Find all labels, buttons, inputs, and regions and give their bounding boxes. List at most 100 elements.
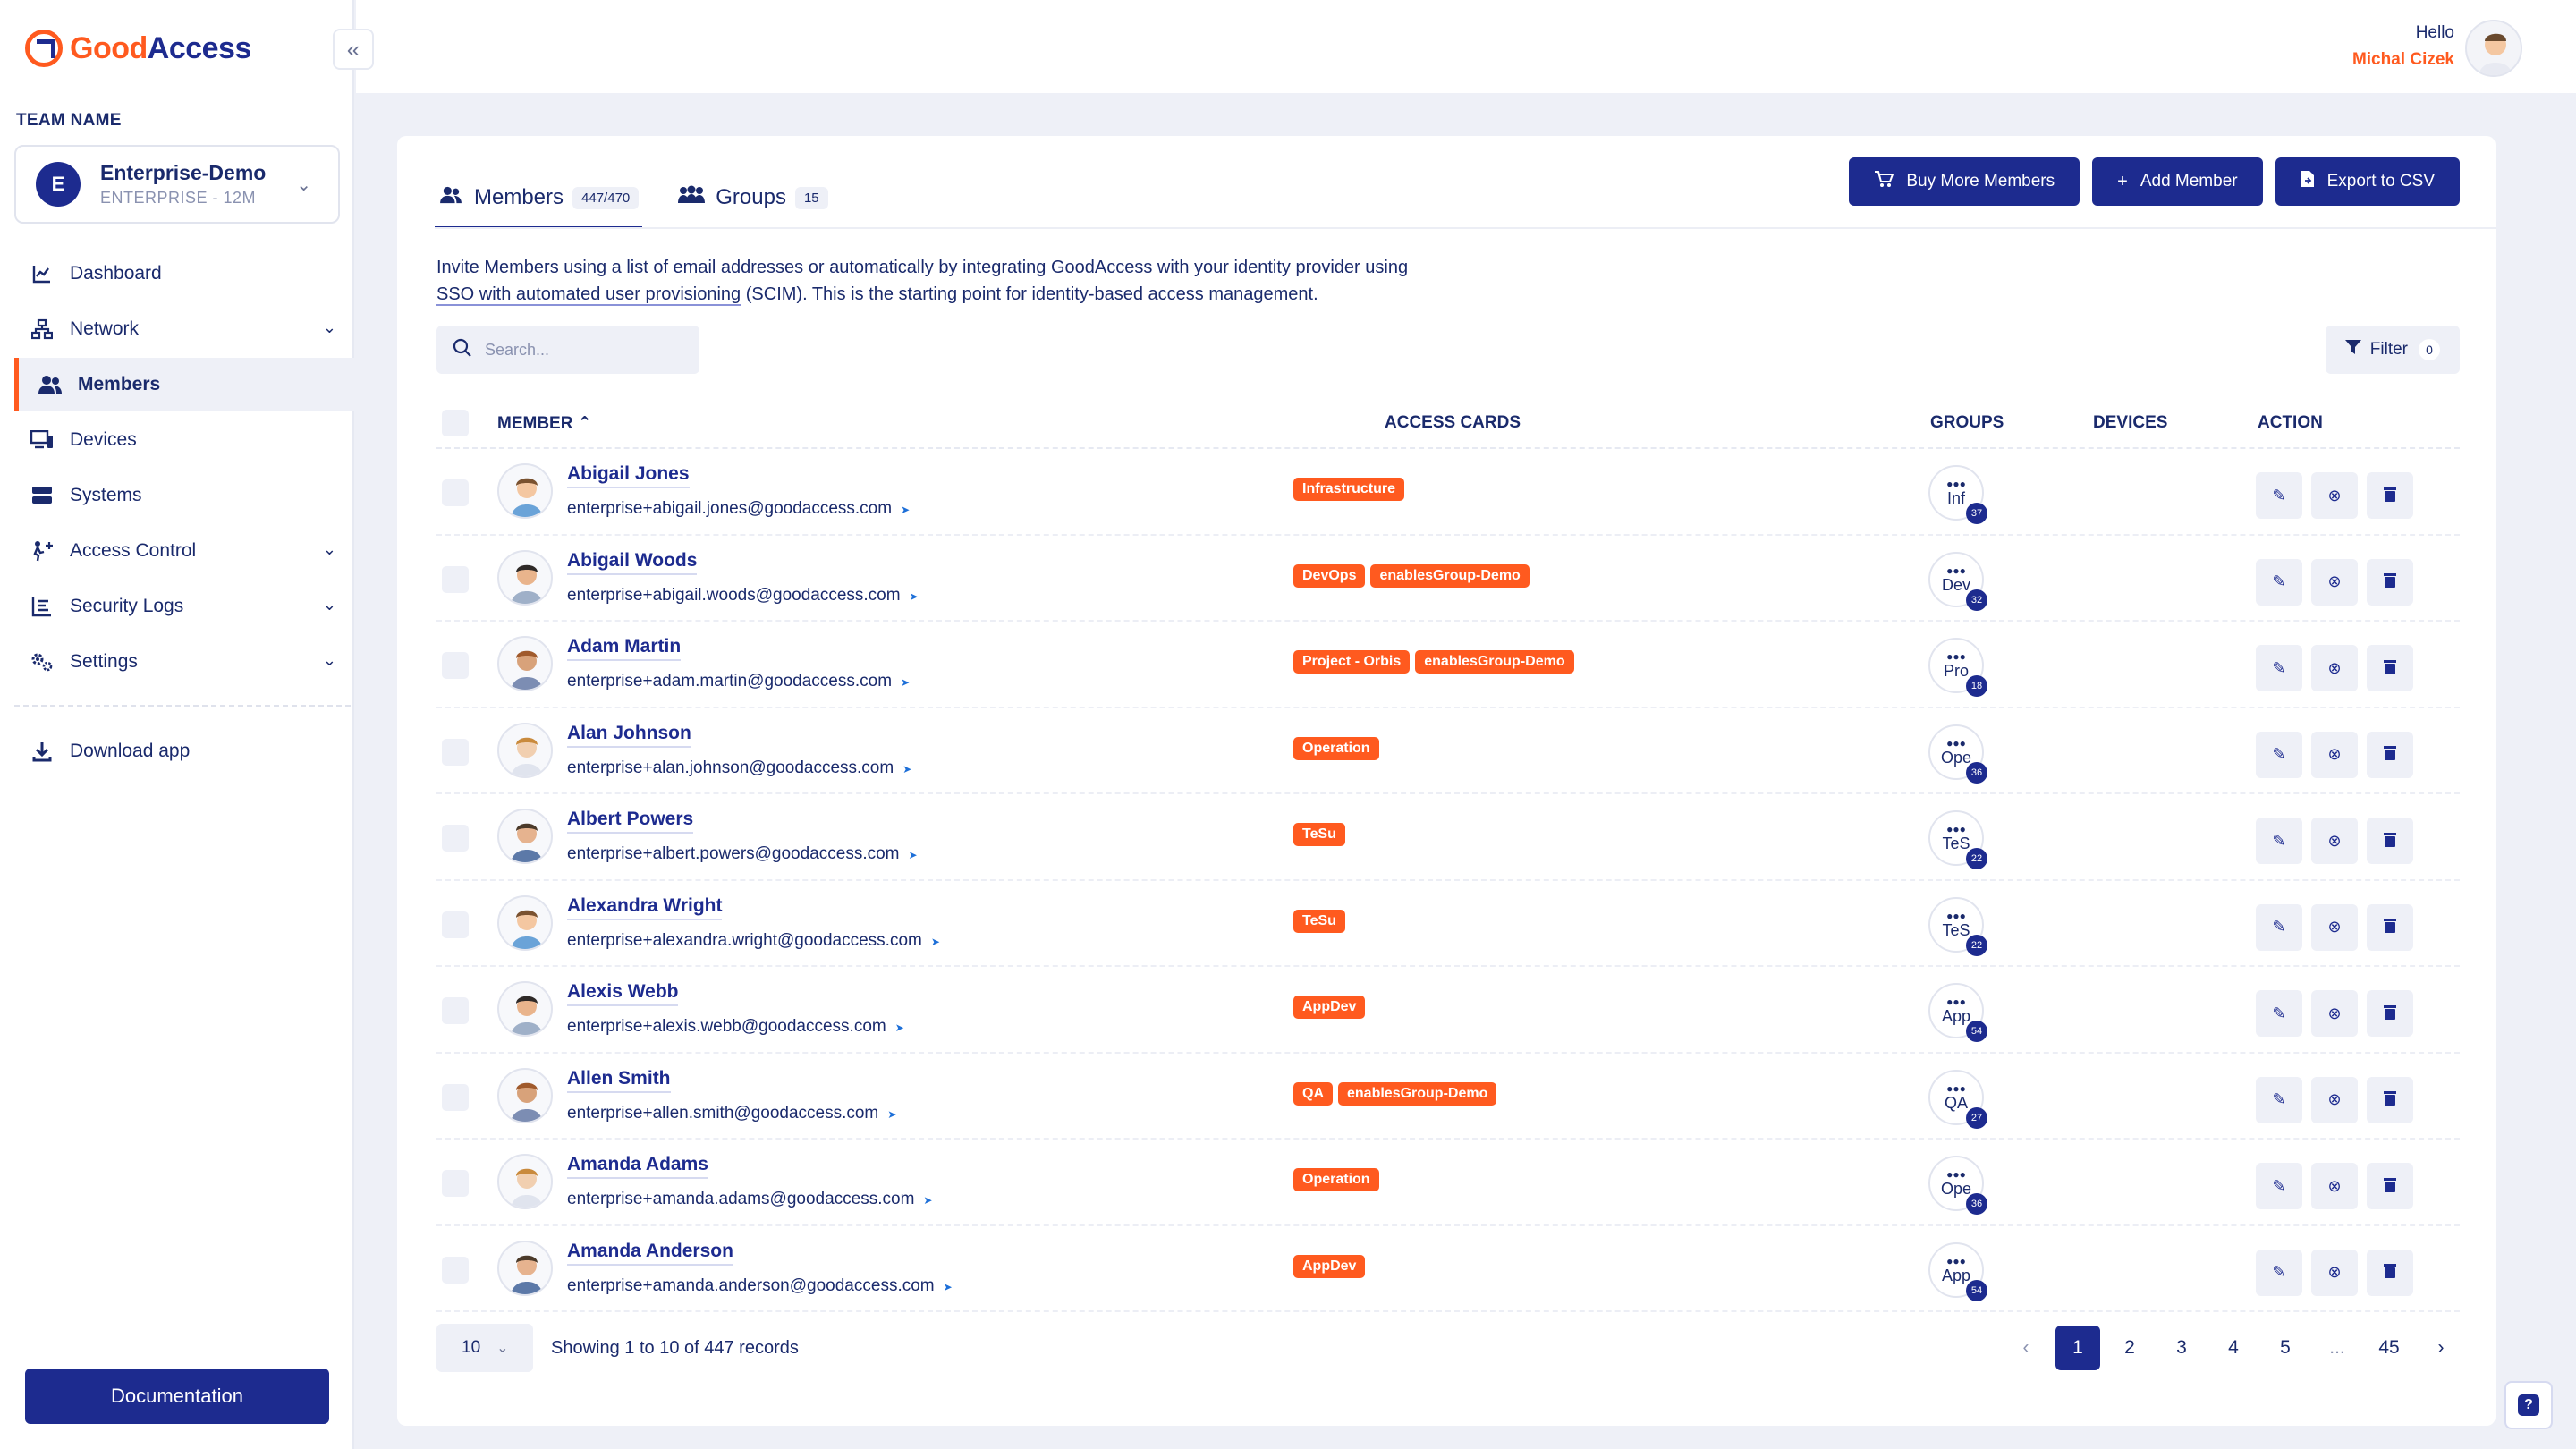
member-name[interactable]: Amanda Anderson bbox=[567, 1241, 733, 1266]
edit-button[interactable]: ✎ bbox=[2256, 818, 2302, 864]
suspend-button[interactable]: ⊗ bbox=[2311, 558, 2358, 606]
page-button[interactable]: 4 bbox=[2211, 1326, 2256, 1370]
access-card-chip[interactable]: Infrastructure bbox=[1293, 478, 1405, 501]
member-name[interactable]: Allen Smith bbox=[567, 1068, 671, 1093]
member-name[interactable]: Abigail Jones bbox=[567, 463, 690, 488]
export-csv-button[interactable]: Export to CSV bbox=[2275, 157, 2460, 206]
row-checkbox[interactable] bbox=[442, 911, 469, 938]
delete-button[interactable] bbox=[2367, 1076, 2413, 1123]
tab-members[interactable]: Members 447/470 bbox=[435, 166, 643, 229]
row-checkbox[interactable] bbox=[442, 565, 469, 593]
edit-button[interactable]: ✎ bbox=[2256, 558, 2302, 606]
access-card-chip[interactable]: TeSu bbox=[1293, 823, 1345, 846]
member-name[interactable]: Abigail Woods bbox=[567, 550, 698, 575]
delete-button[interactable] bbox=[2367, 731, 2413, 778]
delete-button[interactable] bbox=[2367, 818, 2413, 864]
delete-button[interactable] bbox=[2367, 990, 2413, 1037]
access-card-chip[interactable]: TeSu bbox=[1293, 909, 1345, 933]
page-button[interactable]: 45 bbox=[2367, 1326, 2411, 1370]
access-card-chip[interactable]: AppDev bbox=[1293, 1254, 1366, 1278]
edit-button[interactable]: ✎ bbox=[2256, 1076, 2302, 1123]
page-button[interactable]: 5 bbox=[2263, 1326, 2308, 1370]
row-checkbox[interactable] bbox=[442, 1170, 469, 1197]
row-checkbox[interactable] bbox=[442, 479, 469, 506]
prev-page-button[interactable]: ‹ bbox=[2004, 1326, 2048, 1370]
help-button[interactable]: ? bbox=[2504, 1381, 2553, 1429]
edit-button[interactable]: ✎ bbox=[2256, 731, 2302, 778]
suspend-button[interactable]: ⊗ bbox=[2311, 903, 2358, 951]
row-checkbox[interactable] bbox=[442, 997, 469, 1024]
page-button[interactable]: 2 bbox=[2107, 1326, 2152, 1370]
row-checkbox[interactable] bbox=[442, 1083, 469, 1111]
delete-button[interactable] bbox=[2367, 903, 2413, 951]
edit-button[interactable]: ✎ bbox=[2256, 1249, 2302, 1296]
edit-button[interactable]: ✎ bbox=[2256, 990, 2302, 1037]
suspend-button[interactable]: ⊗ bbox=[2311, 1163, 2358, 1209]
edit-button[interactable]: ✎ bbox=[2256, 1163, 2302, 1209]
sso-scim-link[interactable]: SSO with automated user provisioning bbox=[436, 284, 741, 306]
access-card-chip[interactable]: enablesGroup-Demo bbox=[1415, 650, 1574, 674]
access-card-chip[interactable]: enablesGroup-Demo bbox=[1338, 1081, 1497, 1106]
suspend-button[interactable]: ⊗ bbox=[2311, 818, 2358, 864]
member-name[interactable]: Albert Powers bbox=[567, 809, 694, 834]
team-selector[interactable]: E Enterprise-Demo ENTERPRISE - 12M ⌄ bbox=[14, 145, 340, 224]
user-avatar[interactable] bbox=[2465, 20, 2522, 77]
access-card-chip[interactable]: AppDev bbox=[1293, 996, 1366, 1019]
member-name[interactable]: Alexandra Wright bbox=[567, 895, 723, 920]
member-name[interactable]: Amanda Adams bbox=[567, 1154, 708, 1179]
access-card-chip[interactable]: enablesGroup-Demo bbox=[1370, 564, 1530, 588]
sidebar-item-dashboard[interactable]: Dashboard bbox=[14, 247, 354, 301]
access-card-chip[interactable]: QA bbox=[1293, 1081, 1333, 1106]
access-card-chip[interactable]: Project - Orbis bbox=[1293, 650, 1411, 674]
sidebar-item-settings[interactable]: Settings ⌄ bbox=[14, 635, 354, 689]
suspend-button[interactable]: ⊗ bbox=[2311, 1076, 2358, 1123]
row-checkbox[interactable] bbox=[442, 652, 469, 679]
user-name[interactable]: Michal Cizek bbox=[2352, 50, 2454, 70]
edit-button[interactable]: ✎ bbox=[2256, 472, 2302, 519]
suspend-button[interactable]: ⊗ bbox=[2311, 1249, 2358, 1296]
page-button[interactable]: 1 bbox=[2055, 1326, 2100, 1370]
member-name[interactable]: Alan Johnson bbox=[567, 723, 691, 748]
delete-button[interactable] bbox=[2367, 1249, 2413, 1296]
member-email: enterprise+alexis.webb@goodaccess.com ➤ bbox=[567, 1017, 904, 1036]
add-member-button[interactable]: + Add Member bbox=[2092, 157, 2263, 206]
sidebar-item-security-logs[interactable]: Security Logs ⌄ bbox=[14, 580, 354, 633]
per-page-select[interactable]: 10 ⌄ bbox=[436, 1324, 533, 1372]
column-header-member[interactable]: MEMBER ⌃ bbox=[497, 413, 592, 434]
suspend-button[interactable]: ⊗ bbox=[2311, 731, 2358, 778]
access-card-chip[interactable]: Operation bbox=[1293, 1168, 1379, 1191]
delete-button[interactable] bbox=[2367, 1163, 2413, 1209]
select-all-checkbox[interactable] bbox=[442, 410, 469, 436]
suspend-button[interactable]: ⊗ bbox=[2311, 645, 2358, 691]
sidebar-item-systems[interactable]: Systems bbox=[14, 469, 354, 522]
access-card-chip[interactable]: Operation bbox=[1293, 736, 1379, 760]
sidebar-item-access-control[interactable]: Access Control ⌄ bbox=[14, 524, 354, 578]
member-name[interactable]: Alexis Webb bbox=[567, 981, 679, 1006]
filter-button[interactable]: Filter 0 bbox=[2325, 326, 2460, 374]
suspend-button[interactable]: ⊗ bbox=[2311, 472, 2358, 519]
edit-button[interactable]: ✎ bbox=[2256, 645, 2302, 691]
row-checkbox[interactable] bbox=[442, 738, 469, 766]
page-button[interactable]: 3 bbox=[2159, 1326, 2204, 1370]
search-box[interactable] bbox=[436, 326, 699, 374]
delete-button[interactable] bbox=[2367, 472, 2413, 519]
row-checkbox[interactable] bbox=[442, 1256, 469, 1284]
suspend-button[interactable]: ⊗ bbox=[2311, 990, 2358, 1037]
tab-groups[interactable]: Groups 15 bbox=[674, 166, 831, 229]
access-card-chip[interactable]: DevOps bbox=[1293, 564, 1366, 588]
search-input[interactable] bbox=[485, 340, 682, 360]
member-name[interactable]: Adam Martin bbox=[567, 636, 682, 661]
sidebar-item-members[interactable]: Members bbox=[14, 358, 354, 411]
sidebar-item-network[interactable]: Network ⌄ bbox=[14, 302, 354, 356]
edit-button[interactable]: ✎ bbox=[2256, 903, 2302, 951]
sidebar-item-download-app[interactable]: Download app bbox=[14, 724, 354, 778]
buy-more-members-button[interactable]: Buy More Members bbox=[1849, 157, 2080, 206]
row-checkbox[interactable] bbox=[442, 825, 469, 852]
documentation-button[interactable]: Documentation bbox=[25, 1368, 329, 1424]
collapse-sidebar-button[interactable]: « bbox=[333, 29, 374, 70]
delete-button[interactable] bbox=[2367, 558, 2413, 606]
goodaccess-logo[interactable]: GoodAccess bbox=[25, 27, 251, 70]
sidebar-item-devices[interactable]: Devices bbox=[14, 413, 354, 467]
delete-button[interactable] bbox=[2367, 645, 2413, 691]
next-page-button[interactable]: › bbox=[2419, 1326, 2463, 1370]
